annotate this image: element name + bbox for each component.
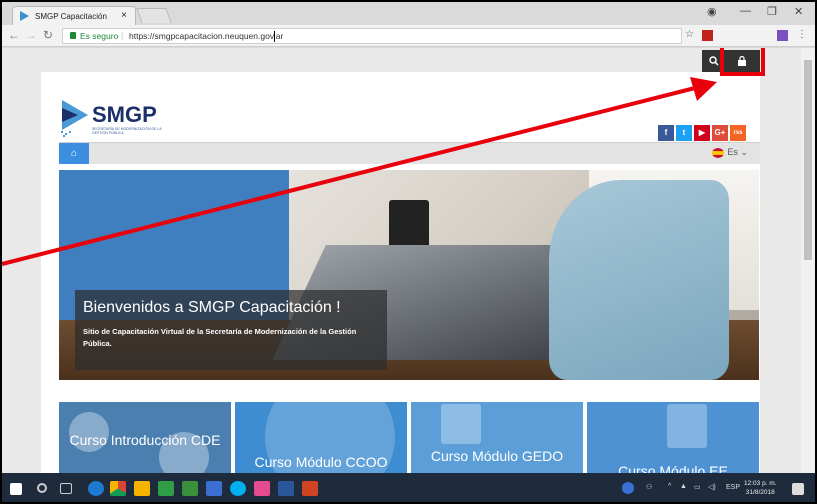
chrome-icon[interactable] bbox=[110, 481, 126, 496]
new-tab-button[interactable] bbox=[136, 8, 172, 23]
powerpoint-icon[interactable] bbox=[302, 481, 318, 496]
document-icon bbox=[667, 404, 707, 448]
file-explorer-icon[interactable] bbox=[134, 481, 150, 496]
windows-taskbar: ⚇ ^ ▲ ▭ ◁) ESP 12:03 p. m. 31/8/2018 bbox=[2, 473, 815, 502]
lock-icon bbox=[70, 32, 76, 39]
hero-photo-mug bbox=[389, 200, 429, 250]
app-tray-icon[interactable] bbox=[622, 482, 634, 494]
home-icon[interactable]: ⌂ bbox=[59, 143, 89, 164]
logo-subtitle: SECRETARÍA DE MODERNIZACIÓN DE LA GESTIÓ… bbox=[92, 127, 162, 135]
twitter-icon[interactable]: t bbox=[676, 125, 692, 141]
hero-description: Sitio de Capacitación Virtual de la Secr… bbox=[83, 327, 357, 348]
site-container: SMGP SECRETARÍA DE MODERNIZACIÓN DE LA G… bbox=[41, 72, 760, 473]
logo-mark-icon bbox=[61, 100, 88, 137]
clock-date: 31/8/2018 bbox=[745, 489, 775, 496]
app-icon[interactable] bbox=[158, 481, 174, 496]
minimize-icon[interactable]: — bbox=[740, 5, 751, 17]
youtube-icon[interactable]: ▶ bbox=[694, 125, 710, 141]
skype-icon[interactable] bbox=[230, 481, 246, 496]
course-grid: Curso Introducción CDE Curso Módulo CCOO… bbox=[59, 402, 760, 473]
input-language[interactable]: ESP bbox=[726, 484, 740, 491]
battery-icon[interactable]: ▭ bbox=[694, 483, 701, 491]
page-viewport: SMGP SECRETARÍA DE MODERNIZACIÓN DE LA G… bbox=[2, 48, 801, 473]
omnibox-separator: | bbox=[121, 30, 124, 40]
logo-text: SMGP bbox=[92, 102, 157, 127]
highlight-box bbox=[720, 48, 765, 76]
url-text[interactable]: https://smgpcapacitacion.neuquen.gov.ar bbox=[129, 31, 283, 41]
tab-title: SMGP Capacitación bbox=[35, 12, 107, 21]
task-view-icon[interactable] bbox=[60, 483, 72, 494]
course-card-ccoo[interactable]: Curso Módulo CCOO bbox=[235, 402, 407, 473]
browser-tab-strip: SMGP Capacitación × ◉ — ❐ ✕ bbox=[2, 2, 815, 25]
search-taskbar-icon[interactable] bbox=[37, 483, 47, 493]
hero-title: Bienvenidos a SMGP Capacitación ! bbox=[83, 299, 341, 316]
spain-flag-icon bbox=[712, 147, 725, 158]
volume-icon[interactable]: ◁) bbox=[708, 483, 716, 491]
smgp-logo[interactable]: SMGP SECRETARÍA DE MODERNIZACIÓN DE LA G… bbox=[60, 98, 180, 138]
windows-start-icon[interactable] bbox=[10, 483, 22, 495]
browser-tab[interactable]: SMGP Capacitación × bbox=[12, 6, 136, 25]
network-icon[interactable]: ▲ bbox=[680, 483, 687, 490]
tab-close-icon[interactable]: × bbox=[121, 10, 127, 21]
app-icon[interactable] bbox=[254, 481, 270, 496]
document-icon bbox=[441, 404, 481, 444]
course-card-cde[interactable]: Curso Introducción CDE bbox=[59, 402, 231, 473]
hero-photo-person bbox=[549, 180, 729, 380]
maximize-icon[interactable]: ❐ bbox=[767, 5, 777, 18]
rss-icon[interactable]: rss bbox=[730, 125, 746, 141]
pdf-extension-icon[interactable] bbox=[702, 30, 713, 41]
profile-icon[interactable]: ◉ bbox=[707, 5, 717, 18]
menu-kebab-icon[interactable]: ⋮ bbox=[797, 29, 807, 40]
taskbar-clock[interactable]: 12:03 p. m. 31/8/2018 bbox=[744, 479, 777, 497]
google-plus-icon[interactable]: G+ bbox=[712, 125, 728, 141]
app-icon[interactable] bbox=[206, 481, 222, 496]
hero-caption: Bienvenidos a SMGP Capacitación ! Sitio … bbox=[75, 290, 387, 370]
text-caret bbox=[274, 31, 275, 42]
chevron-up-icon[interactable]: ^ bbox=[668, 483, 671, 490]
facebook-icon[interactable]: f bbox=[658, 125, 674, 141]
scrollbar-thumb[interactable] bbox=[804, 60, 812, 260]
main-navbar: ⌂ Es ⌄ bbox=[59, 142, 760, 164]
word-icon[interactable] bbox=[278, 481, 294, 496]
course-card-ee[interactable]: Curso Módulo EE bbox=[587, 402, 759, 473]
screenshot-frame: SMGP Capacitación × ◉ — ❐ ✕ ← → ↻ Es seg… bbox=[0, 0, 817, 504]
forward-icon[interactable]: → bbox=[25, 28, 37, 42]
course-title: Curso Introducción CDE bbox=[69, 432, 221, 448]
browser-toolbar: ← → ↻ Es seguro | https://smgpcapacitaci… bbox=[2, 25, 815, 47]
secure-label: Es seguro bbox=[80, 31, 119, 41]
address-bar[interactable]: Es seguro | https://smgpcapacitacion.neu… bbox=[62, 28, 682, 44]
site-favicon-icon bbox=[20, 11, 29, 21]
clock-time: 12:03 p. m. bbox=[744, 480, 777, 487]
course-title: Curso Módulo CCOO bbox=[254, 454, 388, 470]
language-label: Es bbox=[727, 147, 738, 157]
reload-icon[interactable]: ↻ bbox=[43, 28, 53, 42]
course-card-gedo[interactable]: Curso Módulo GEDO bbox=[411, 402, 583, 473]
app-icon[interactable] bbox=[182, 481, 198, 496]
bookmark-star-icon[interactable]: ☆ bbox=[685, 29, 694, 40]
chevron-down-icon: ⌄ bbox=[740, 147, 748, 157]
course-title: Curso Módulo EE bbox=[618, 463, 728, 473]
language-selector[interactable]: Es ⌄ bbox=[712, 147, 748, 158]
extension-icon[interactable] bbox=[777, 30, 788, 41]
course-title: Curso Módulo GEDO bbox=[430, 448, 564, 464]
people-icon[interactable]: ⚇ bbox=[646, 483, 652, 491]
hero-banner: Bienvenidos a SMGP Capacitación ! Sitio … bbox=[59, 170, 759, 380]
notification-icon[interactable] bbox=[792, 483, 804, 495]
page-scrollbar[interactable] bbox=[801, 48, 815, 473]
close-window-icon[interactable]: ✕ bbox=[794, 5, 803, 18]
back-icon[interactable]: ← bbox=[8, 28, 20, 42]
edge-icon[interactable] bbox=[88, 481, 104, 496]
